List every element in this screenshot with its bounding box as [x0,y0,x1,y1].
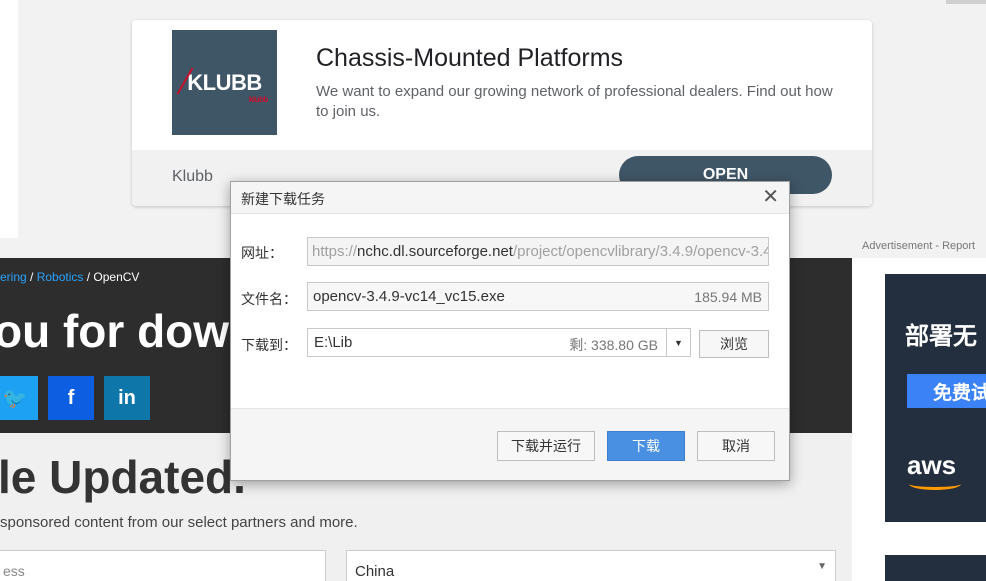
dialog-header: 新建下载任务 ✕ [231,182,789,214]
email-placeholder: ess [3,563,25,579]
url-path: /project/opencvlibrary/3.4.9/opencv-3.4.… [512,243,768,260]
page-title: ou for down [0,305,258,357]
breadcrumb-sep: / [83,270,94,284]
page: KLUBB klubb Chassis-Mounted Platforms We… [0,0,986,581]
breadcrumb-engineering[interactable]: ering [0,270,27,284]
download-button[interactable]: 下载 [607,431,685,461]
top-left-strip [0,0,18,238]
dialog-footer: 下载并运行 下载 取消 [231,408,789,480]
logo-subtext: klubb [248,94,268,104]
url-host: nchc.dl.sourceforge.net [357,243,513,260]
filename-field[interactable]: opencv-3.4.9-vc14_vc15.exe 185.94 MB [307,282,769,311]
breadcrumb: ering / Robotics / OpenCV [0,270,139,284]
url-prefix: https:// [312,243,358,260]
breadcrumb-sep: / [26,270,37,284]
destination-dropdown-button[interactable]: ▼ [667,328,691,357]
scrollbar-corner [946,0,986,4]
file-size: 185.94 MB [694,289,762,305]
linkedin-share-button[interactable]: in [104,376,150,420]
facebook-share-button[interactable]: f [48,376,94,420]
filename-label: 文件名： [241,291,297,307]
new-download-dialog: 新建下载任务 ✕ 网址： https://nchc.dl.sourceforge… [230,181,790,481]
logo-text-wrap: KLUBB klubb [176,67,268,104]
free-space: 剩: 338.80 GB [569,337,658,353]
breadcrumb-current: OpenCV [93,270,140,284]
logo-text: KLUBB [187,69,262,95]
breadcrumb-robotics[interactable]: Robotics [37,270,84,284]
advertisement-report-link[interactable]: Advertisement - Report [862,240,975,252]
twitter-icon: 🐦 [2,387,28,410]
destination-field[interactable]: E:\Lib 剩: 338.80 GB [307,328,667,357]
destination-label: 下载到： [241,337,297,353]
aws-ad[interactable]: 部署无 免费试 aws [885,274,986,522]
chevron-down-icon: ▼ [674,337,683,348]
aws-ad-secondary[interactable] [885,555,986,581]
close-icon[interactable]: ✕ [762,186,779,208]
newsletter-subtitle: sponsored content from our select partne… [0,514,358,531]
ad-logo: KLUBB klubb [172,30,277,135]
twitter-share-button[interactable]: 🐦 [0,376,38,420]
download-and-run-button[interactable]: 下载并运行 [497,431,595,461]
aws-ad-button[interactable]: 免费试 [907,374,986,408]
browse-button[interactable]: 浏览 [699,330,769,358]
email-field[interactable]: ess [0,550,326,581]
ad-card[interactable]: KLUBB klubb Chassis-Mounted Platforms We… [132,20,872,206]
newsletter-title: le Updated. [0,451,246,503]
ad-description: We want to expand our growing network of… [316,83,833,120]
dialog-title: 新建下载任务 [241,191,325,207]
destination-path: E:\Lib [314,334,353,351]
country-value: China [355,563,395,580]
filename-value: opencv-3.4.9-vc14_vc15.exe [313,288,505,305]
linkedin-icon: in [118,386,136,409]
ad-brand: Klubb [172,168,213,185]
ad-title[interactable]: Chassis-Mounted Platforms [316,44,623,73]
chevron-down-icon: ▼ [817,561,827,572]
aws-ad-headline: 部署无 [905,323,977,350]
facebook-icon: f [67,386,75,409]
aws-logo: aws [907,450,957,480]
url-field[interactable]: https://nchc.dl.sourceforge.net/project/… [307,237,769,266]
url-label: 网址： [241,245,283,261]
aws-smile-icon [909,478,961,490]
cancel-button[interactable]: 取消 [697,431,775,461]
country-select[interactable]: China ▼ [346,550,836,581]
